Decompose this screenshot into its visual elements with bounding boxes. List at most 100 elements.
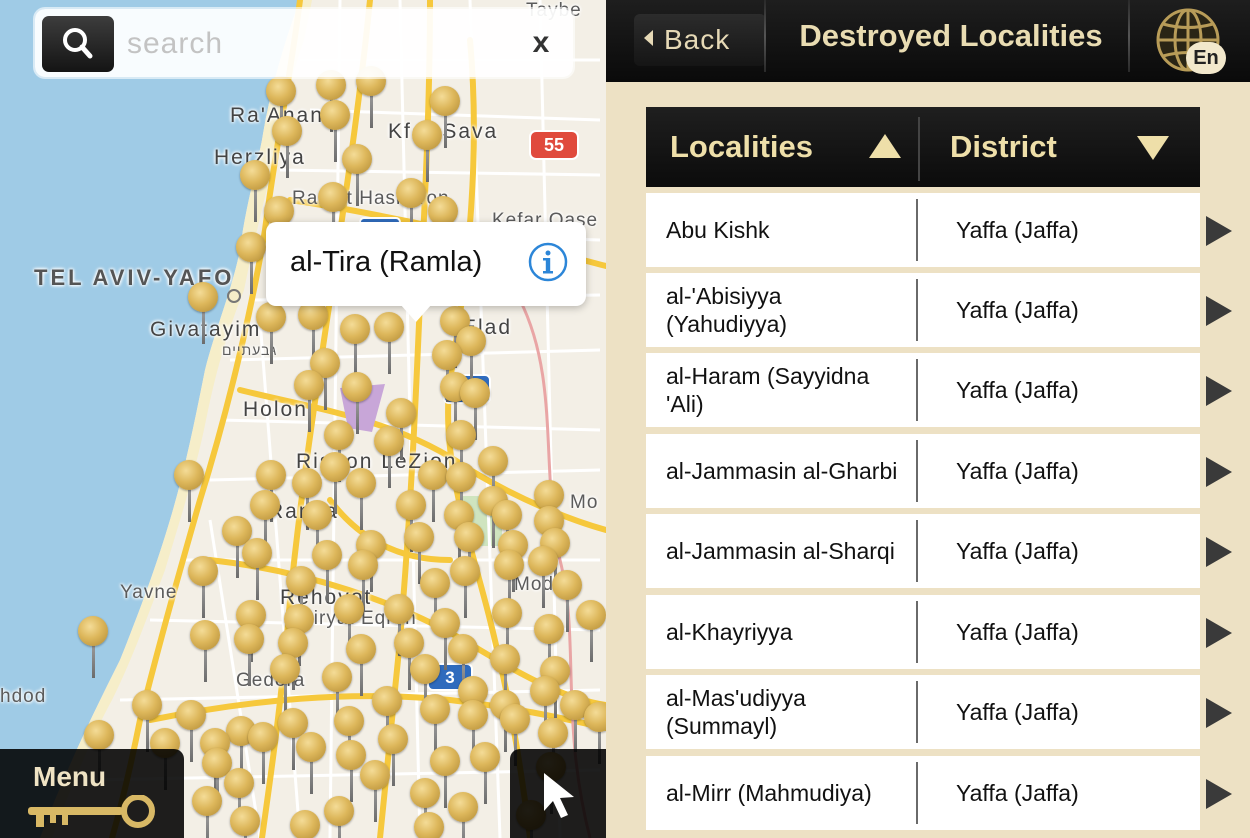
sort-descending-icon[interactable] <box>1137 136 1169 160</box>
pin-stick <box>356 172 359 206</box>
pin-head <box>334 706 364 736</box>
table-row[interactable]: al-'Abisiyya (Yahudiyya) Yaffa (Jaffa) <box>646 273 1200 347</box>
pin-head <box>418 460 448 490</box>
map-label: Yavne <box>120 582 178 603</box>
info-icon[interactable] <box>528 242 568 282</box>
pin-head <box>270 654 300 684</box>
map-pin-icon[interactable] <box>234 624 264 688</box>
search-input[interactable] <box>125 23 529 65</box>
pin-stick <box>250 260 253 294</box>
pin-head <box>188 282 218 312</box>
sort-ascending-icon[interactable] <box>869 134 901 158</box>
table-row[interactable]: al-Khayriyya Yaffa (Jaffa) <box>646 595 1200 669</box>
map-pin-icon[interactable] <box>448 792 478 838</box>
header-divider <box>918 117 920 181</box>
pin-head <box>302 500 332 530</box>
pin-head <box>478 446 508 476</box>
pin-head <box>430 746 460 776</box>
locality-cell: al-'Abisiyya (Yahudiyya) <box>666 283 788 337</box>
map-pin-icon[interactable] <box>576 600 606 664</box>
map-pin-icon[interactable] <box>256 302 286 366</box>
district-cell: Yaffa (Jaffa) <box>956 779 1079 806</box>
language-badge[interactable]: En <box>1186 42 1226 74</box>
menu-label: Menu <box>33 761 107 792</box>
map-pin-icon[interactable] <box>346 468 376 532</box>
map-pin-icon[interactable] <box>290 810 320 838</box>
disclosure-arrow-icon[interactable] <box>1206 618 1232 648</box>
table-row[interactable]: al-Jammasin al-Gharbi Yaffa (Jaffa) <box>646 434 1200 508</box>
pin-head <box>538 718 568 748</box>
table-row[interactable]: al-Mas'udiyya (Summayl) Yaffa (Jaffa) <box>646 675 1200 749</box>
pin-stick <box>204 648 207 682</box>
pin-stick <box>444 636 447 670</box>
pin-head <box>256 460 286 490</box>
road-shield-55: 55 <box>529 130 579 160</box>
disclosure-arrow-icon[interactable] <box>1206 698 1232 728</box>
disclosure-arrow-icon[interactable] <box>1206 296 1232 326</box>
map-pin-icon[interactable] <box>374 426 404 490</box>
map-pin-icon[interactable] <box>272 116 302 180</box>
back-button[interactable]: Back <box>634 14 766 66</box>
pin-head <box>234 624 264 654</box>
map-pin-icon[interactable] <box>340 314 370 378</box>
column-header-localities[interactable]: Localities <box>670 129 813 165</box>
map-pin-icon[interactable] <box>192 786 222 838</box>
column-header-district[interactable]: District <box>950 129 1057 165</box>
pin-head <box>324 420 354 450</box>
map-pin-icon[interactable] <box>230 806 260 838</box>
list-view: Back Destroyed Localities En Localities … <box>606 0 1250 838</box>
disclosure-arrow-icon[interactable] <box>1206 216 1232 246</box>
pin-head <box>318 182 348 212</box>
pin-stick <box>254 188 257 222</box>
search-bar: x <box>35 9 573 77</box>
table-row[interactable]: al-Haram (Sayyidna 'Ali) Yaffa (Jaffa) <box>646 353 1200 427</box>
pin-head <box>460 378 490 408</box>
pin-head <box>190 620 220 650</box>
disclosure-arrow-icon[interactable] <box>1206 376 1232 406</box>
pin-head <box>360 760 390 790</box>
pin-head <box>342 372 372 402</box>
table-row[interactable]: al-Mirr (Mahmudiya) Yaffa (Jaffa) <box>646 756 1200 830</box>
pin-head <box>420 568 450 598</box>
pin-head <box>448 792 478 822</box>
map-pin-icon[interactable] <box>190 620 220 684</box>
pin-callout[interactable]: al-Tira (Ramla) <box>266 222 586 306</box>
map-pin-icon[interactable] <box>236 232 266 296</box>
disclosure-arrow-icon[interactable] <box>1206 779 1232 809</box>
clear-search-button[interactable]: x <box>521 21 561 65</box>
map-pin-icon[interactable] <box>174 460 204 524</box>
pin-stick <box>92 644 95 678</box>
pin-head <box>346 468 376 498</box>
table-row[interactable]: Abu Kishk Yaffa (Jaffa) <box>646 193 1200 267</box>
map-pin-icon[interactable] <box>188 556 218 620</box>
cell-divider <box>916 762 918 824</box>
search-button[interactable] <box>42 16 114 72</box>
disclosure-arrow-icon[interactable] <box>1206 537 1232 567</box>
map-pin-icon[interactable] <box>242 538 272 602</box>
map-pin-icon[interactable] <box>78 616 108 680</box>
locality-cell: al-Mas'udiyya (Summayl) <box>666 685 806 739</box>
map-pin-icon[interactable] <box>414 812 444 838</box>
disclosure-arrow-icon[interactable] <box>1206 457 1232 487</box>
map-pin-icon[interactable] <box>412 120 442 184</box>
locality-cell: al-Jammasin al-Sharqi <box>666 538 895 564</box>
map-view[interactable]: 55 3 Taybe Ra'Anana Kfar Sava Herzliya R… <box>0 0 606 838</box>
pin-head <box>490 644 520 674</box>
callout-title: al-Tira (Ramla) <box>290 246 483 278</box>
map-pin-icon[interactable] <box>294 370 324 434</box>
map-pin-icon[interactable] <box>360 760 390 824</box>
pin-stick <box>432 488 435 522</box>
map-pin-icon[interactable] <box>188 282 218 346</box>
map-pin-icon[interactable] <box>324 796 354 838</box>
menu-button[interactable]: Menu <box>0 749 184 838</box>
cell-divider <box>916 199 918 261</box>
district-cell: Yaffa (Jaffa) <box>956 457 1079 484</box>
cell-divider <box>916 440 918 502</box>
pin-head <box>242 538 272 568</box>
locate-me-button[interactable] <box>510 749 606 838</box>
key-icon <box>28 795 155 828</box>
pin-head <box>404 522 434 552</box>
pin-head <box>292 468 322 498</box>
map-pin-icon[interactable] <box>296 732 326 796</box>
table-row[interactable]: al-Jammasin al-Sharqi Yaffa (Jaffa) <box>646 514 1200 588</box>
